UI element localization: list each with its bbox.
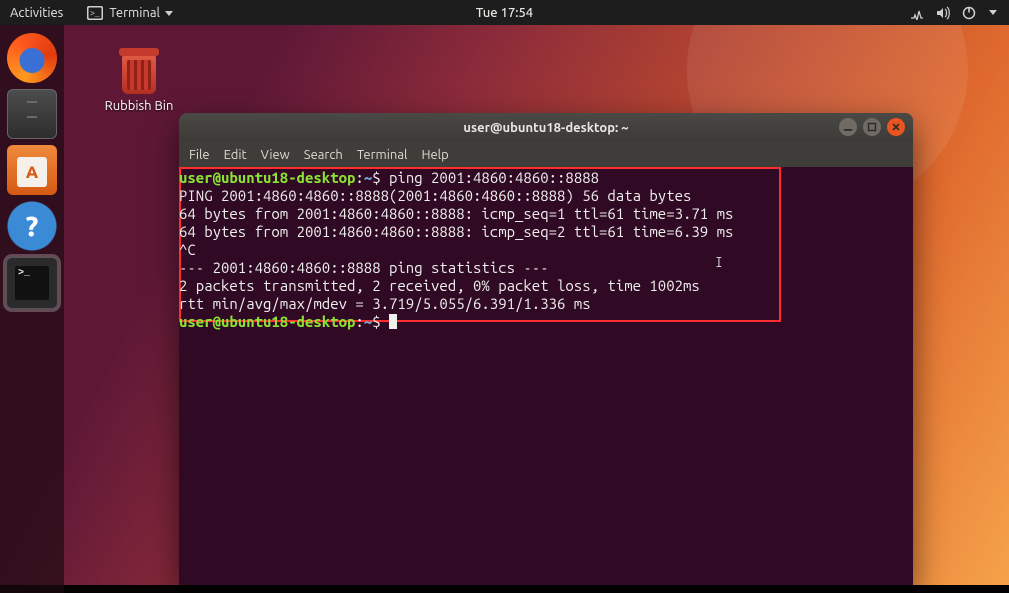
window-menubar: File Edit View Search Terminal Help bbox=[179, 142, 913, 167]
menu-help[interactable]: Help bbox=[421, 148, 448, 162]
menu-file[interactable]: File bbox=[189, 148, 210, 162]
window-titlebar[interactable]: user@ubuntu18-desktop: ~ bbox=[179, 113, 913, 142]
activities-button[interactable]: Activities bbox=[10, 6, 63, 20]
dock-app-software[interactable] bbox=[7, 145, 57, 195]
terminal-window: user@ubuntu18-desktop: ~ File Edit View … bbox=[179, 113, 913, 585]
dock-app-terminal[interactable] bbox=[6, 257, 58, 309]
menu-terminal[interactable]: Terminal bbox=[357, 148, 408, 162]
window-title: user@ubuntu18-desktop: ~ bbox=[463, 121, 628, 135]
top-panel: Activities >_ Terminal Tue 17:54 bbox=[0, 0, 1009, 25]
text-caret-icon: I bbox=[715, 253, 723, 271]
terminal-icon bbox=[15, 266, 49, 300]
menu-view[interactable]: View bbox=[261, 148, 290, 162]
menu-search[interactable]: Search bbox=[304, 148, 343, 162]
svg-text:>_: >_ bbox=[90, 10, 100, 19]
power-icon[interactable] bbox=[961, 5, 977, 21]
chevron-down-icon bbox=[165, 11, 173, 16]
system-menu-chevron-icon[interactable] bbox=[989, 10, 997, 15]
window-minimize-button[interactable] bbox=[839, 118, 857, 136]
terminal-indicator-icon: >_ bbox=[87, 5, 103, 21]
dock-app-firefox[interactable] bbox=[7, 33, 57, 83]
desktop-icon-label: Rubbish Bin bbox=[94, 99, 184, 113]
desktop-icon-trash[interactable]: Rubbish Bin bbox=[94, 54, 184, 113]
window-close-button[interactable] bbox=[887, 118, 905, 136]
dock-app-files[interactable] bbox=[7, 89, 57, 139]
question-icon: ? bbox=[26, 211, 39, 242]
volume-icon[interactable] bbox=[935, 5, 951, 21]
dock-app-help[interactable]: ? bbox=[7, 201, 57, 251]
menu-edit[interactable]: Edit bbox=[224, 148, 247, 162]
app-menu-button[interactable]: Terminal bbox=[109, 6, 173, 20]
window-maximize-button[interactable] bbox=[863, 118, 881, 136]
network-icon[interactable] bbox=[909, 5, 925, 21]
trash-icon bbox=[122, 54, 156, 94]
cursor-block bbox=[389, 314, 397, 329]
dock: ? bbox=[0, 25, 64, 593]
terminal-output: user@ubuntu18-desktop:~$ ping 2001:4860:… bbox=[179, 169, 907, 331]
terminal-viewport[interactable]: user@ubuntu18-desktop:~$ ping 2001:4860:… bbox=[179, 167, 913, 585]
